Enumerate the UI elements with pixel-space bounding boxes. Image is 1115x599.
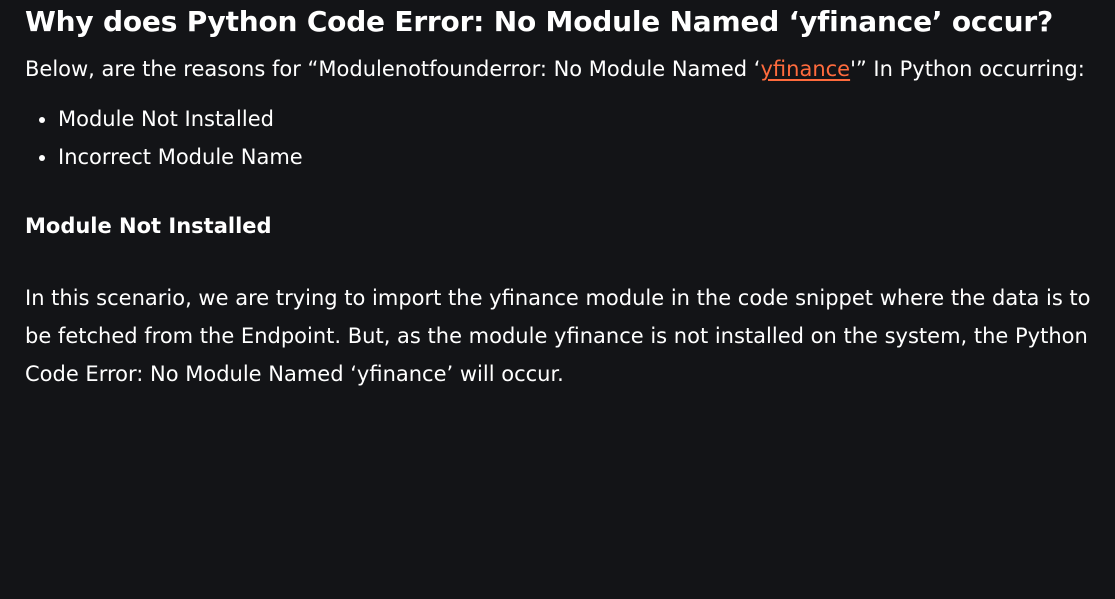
- section-heading: Module Not Installed: [25, 214, 272, 238]
- article-title: Why does Python Code Error: No Module Na…: [25, 5, 1054, 38]
- intro-text-after-link: '” In Python occurring:: [850, 57, 1085, 81]
- section-body: In this scenario, we are trying to impor…: [25, 286, 1091, 386]
- list-item: Incorrect Module Name: [58, 138, 1095, 176]
- intro-paragraph: Below, are the reasons for “Modulenotfou…: [25, 50, 1095, 88]
- article-content: Why does Python Code Error: No Module Na…: [25, 0, 1095, 393]
- yfinance-link[interactable]: yfinance: [760, 57, 850, 81]
- reasons-list: Module Not Installed Incorrect Module Na…: [25, 100, 1095, 176]
- list-item: Module Not Installed: [58, 100, 1095, 138]
- intro-text-before-link: Below, are the reasons for “Modulenotfou…: [25, 57, 761, 81]
